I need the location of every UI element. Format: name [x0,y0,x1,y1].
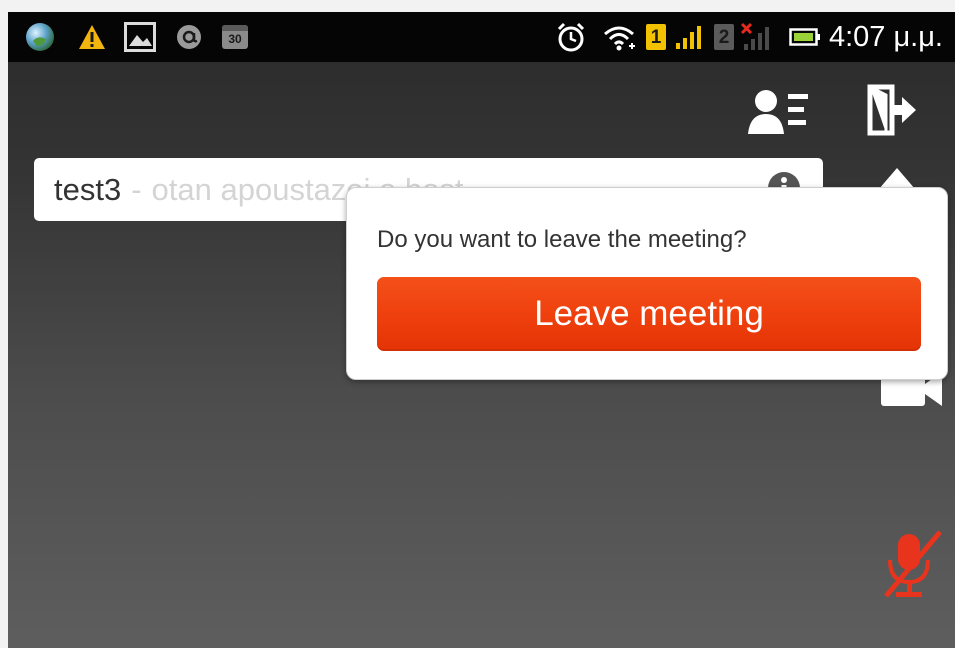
app-globe-icon [22,12,58,62]
leave-meeting-popup: Do you want to leave the meeting? Leave … [346,187,948,380]
meeting-name: test3 [54,171,122,207]
microphone-muted-button[interactable] [878,526,948,606]
popup-pointer [879,168,915,189]
leave-icon [867,84,916,136]
sim2-badge: 2 [712,12,736,62]
email-at-icon [174,12,204,62]
sim1-label: 1 [650,26,662,48]
participants-icon [748,90,808,134]
signal-sim1-icon [672,12,706,62]
meeting-screen: 30 1 2 4:07 μ.μ. test3 - otan apoustazei… [8,12,955,648]
sim2-label: 2 [718,26,730,48]
clock-text: 4:07 μ.μ. [828,21,943,53]
leave-question-text: Do you want to leave the meeting? [377,226,747,253]
alarm-icon [554,12,588,62]
calendar-icon: 30 [220,12,250,62]
microphone-muted-icon [884,530,942,598]
title-separator: - [131,171,142,207]
status-bar: 30 1 2 4:07 μ.μ. [8,12,955,62]
signal-sim2-no-service-icon [738,12,774,62]
calendar-day-text: 30 [228,32,242,46]
participants-button[interactable] [744,86,814,138]
leave-meeting-button[interactable] [860,82,920,138]
leave-meeting-confirm-button[interactable]: Leave meeting [377,277,921,351]
warning-icon [76,12,108,62]
gallery-icon [122,12,158,62]
battery-icon [788,12,822,62]
sim1-badge: 1 [644,12,668,62]
wifi-icon [600,12,638,62]
